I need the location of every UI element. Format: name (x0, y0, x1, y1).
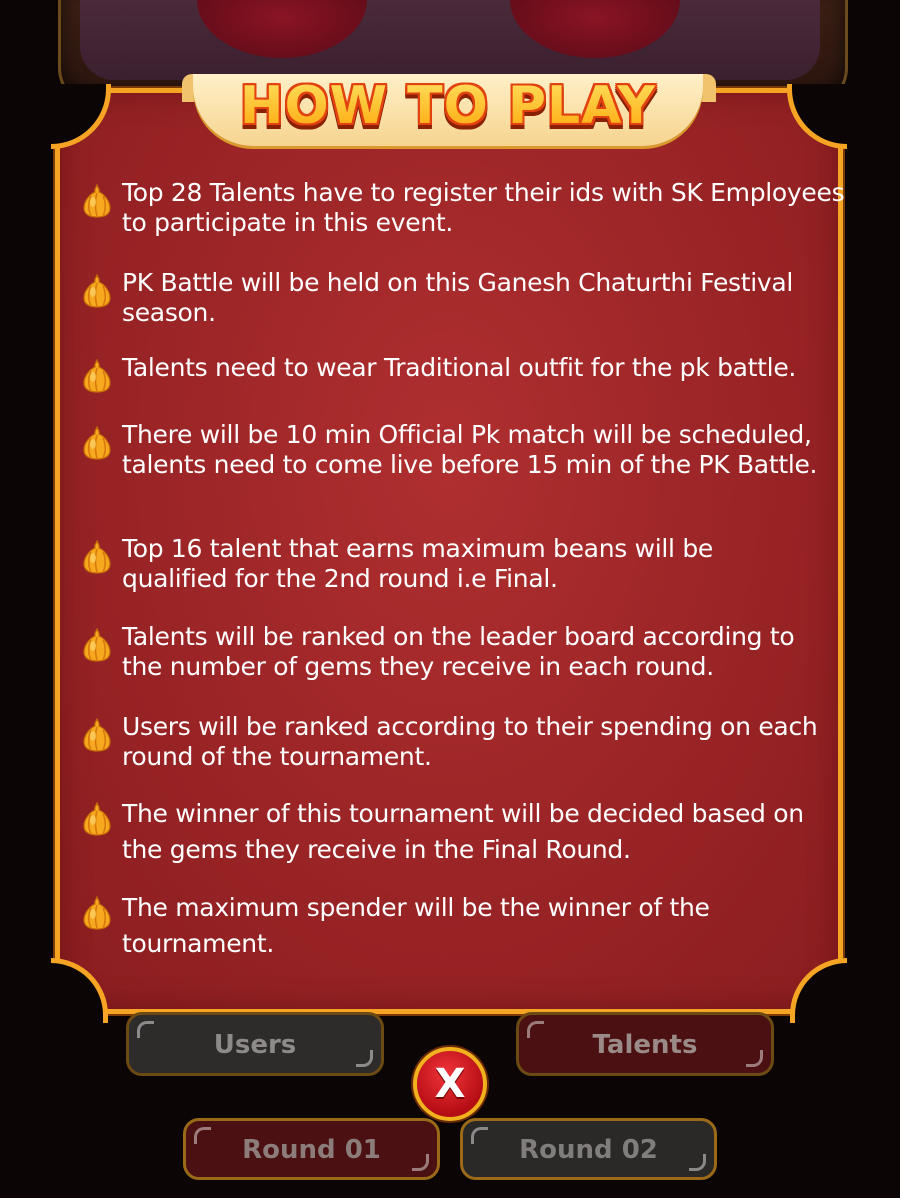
rule-text: Top 16 talent that earns maximum beans w… (122, 534, 713, 593)
talents-button-label: Talents (592, 1030, 698, 1060)
modak-icon (82, 425, 112, 460)
rule-text: The winner of this tournament will be de… (122, 799, 804, 864)
rule-item: Talents will be ranked on the leader boa… (80, 622, 842, 682)
rule-text: Top 28 Talents have to register their id… (122, 178, 845, 237)
round-02-button-label: Round 02 (519, 1135, 658, 1165)
round-01-button[interactable]: Round 01 (183, 1118, 440, 1180)
modak-icon (82, 801, 112, 836)
talents-button[interactable]: Talents (516, 1012, 774, 1076)
close-icon: X (434, 1061, 466, 1107)
users-button-label: Users (213, 1030, 297, 1060)
rule-text: There will be 10 min Official Pk match w… (122, 420, 818, 479)
button-gloss (412, 1154, 429, 1171)
round-01-button-label: Round 01 (242, 1135, 381, 1165)
rule-item: Users will be ranked according to their … (80, 712, 822, 772)
button-gloss (356, 1050, 373, 1067)
modak-icon (82, 895, 112, 930)
round-02-button[interactable]: Round 02 (460, 1118, 717, 1180)
button-gloss (689, 1154, 706, 1171)
button-gloss (527, 1021, 544, 1038)
background-board-inner (80, 0, 820, 80)
rule-text: Talents need to wear Traditional outfit … (122, 353, 797, 382)
rule-text: Users will be ranked according to their … (122, 712, 818, 771)
rule-item: There will be 10 min Official Pk match w… (80, 420, 822, 480)
modak-icon (82, 627, 112, 662)
rule-item: Top 16 talent that earns maximum beans w… (80, 534, 822, 594)
button-gloss (137, 1021, 154, 1038)
rule-text: The maximum spender will be the winner o… (122, 893, 710, 958)
button-gloss (194, 1127, 211, 1144)
button-gloss (471, 1127, 488, 1144)
rule-item: The winner of this tournament will be de… (80, 796, 822, 868)
rule-item: Talents need to wear Traditional outfit … (80, 353, 867, 393)
modak-icon (82, 539, 112, 574)
modak-icon (82, 358, 112, 393)
modak-icon (82, 183, 112, 218)
rule-text: PK Battle will be held on this Ganesh Ch… (122, 268, 794, 327)
page-title: HOW TO PLAY (193, 70, 703, 142)
modak-icon (82, 273, 112, 308)
modak-icon (82, 717, 112, 752)
close-button[interactable]: X (413, 1047, 487, 1121)
rule-text: Talents will be ranked on the leader boa… (122, 622, 795, 681)
users-button[interactable]: Users (126, 1012, 384, 1076)
rule-item: PK Battle will be held on this Ganesh Ch… (80, 268, 867, 328)
rule-item: The maximum spender will be the winner o… (80, 890, 782, 962)
button-gloss (746, 1050, 763, 1067)
rule-item: Top 28 Talents have to register their id… (80, 178, 867, 238)
